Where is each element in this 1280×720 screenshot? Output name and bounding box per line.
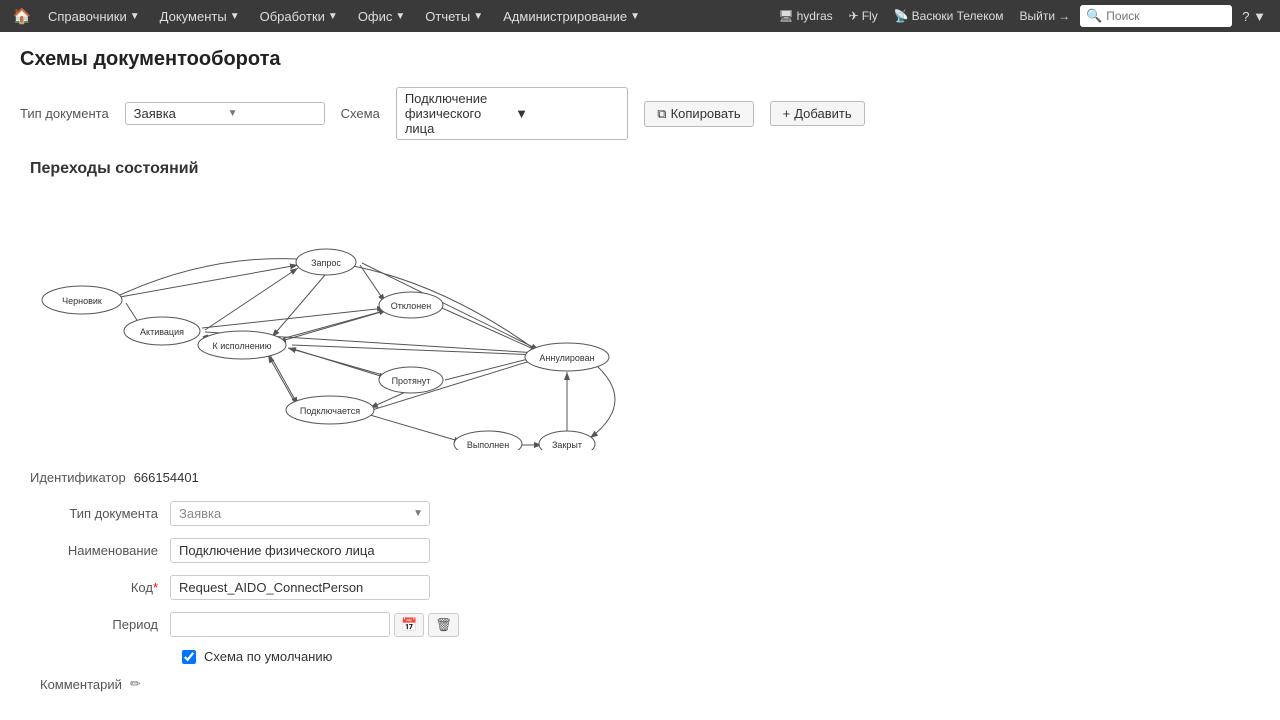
form-name-label: Наименование (30, 543, 170, 558)
form-doc-type-dropdown[interactable]: Заявка (171, 502, 413, 525)
chevron-down-icon: ▼ (328, 11, 338, 22)
svg-text:Запрос: Запрос (311, 258, 341, 268)
identifier-row: Идентификатор 666154401 (30, 470, 1260, 485)
svg-text:Протянут: Протянут (392, 376, 431, 386)
monitor-icon: 🖥 (778, 9, 793, 23)
period-row: Период 📅 🗑 (30, 612, 1260, 637)
calendar-button[interactable]: 📅 (394, 613, 424, 637)
form-code-input[interactable] (170, 575, 430, 600)
default-schema-checkbox[interactable] (182, 650, 196, 664)
state-diagram: Черновик Активация Запрос Отклонен К исп… (30, 190, 650, 450)
user-group: 🖥 hydras ✈ Fly 📡 Васюки Телеком Выйти → (772, 9, 1076, 23)
doc-type-row: Тип документа Заявка ▼ (30, 501, 1260, 526)
chevron-down-icon: ▼ (228, 108, 316, 119)
svg-text:Подключается: Подключается (300, 406, 360, 416)
form-period-label: Период (30, 617, 170, 632)
nav-dokumenty[interactable]: Документы ▼ (152, 0, 248, 32)
nav-obrabotki[interactable]: Обработки ▼ (252, 0, 346, 32)
comment-label: Комментарий (40, 677, 122, 692)
chevron-down-icon: ▼ (630, 11, 640, 22)
transitions-title: Переходы состояний (30, 160, 1260, 178)
logout-button[interactable]: Выйти → (1014, 9, 1077, 23)
chevron-down-icon: ▼ (230, 11, 240, 22)
chevron-down-icon: ▼ (473, 11, 483, 22)
nav-administrirovanie[interactable]: Администрирование ▼ (495, 0, 648, 32)
svg-text:Черновик: Черновик (62, 296, 102, 306)
edit-icon[interactable]: ✏ (130, 676, 141, 692)
default-schema-row: Схема по умолчанию (182, 649, 1260, 664)
page-title: Схемы документооборота (20, 48, 1260, 71)
default-schema-label: Схема по умолчанию (204, 649, 332, 664)
copy-icon: ⧉ (657, 106, 666, 122)
comment-row: Комментарий ✏ (40, 676, 1260, 692)
form-doc-type-label: Тип документа (30, 506, 170, 521)
home-button[interactable]: 🏠 (8, 2, 36, 30)
svg-text:Активация: Активация (140, 327, 184, 337)
svg-text:Выполнен: Выполнен (467, 440, 509, 450)
chevron-down-icon: ▼ (130, 11, 140, 22)
doc-type-label: Тип документа (20, 106, 109, 121)
form-code-label: Код (30, 580, 170, 595)
form-period-input[interactable] (170, 612, 390, 637)
form-doc-type-select[interactable]: Заявка ▼ (170, 501, 430, 526)
schema-label: Схема (341, 106, 380, 121)
fly-user[interactable]: ✈ Fly (843, 9, 884, 23)
schema-select[interactable]: Подключение физического лица ▼ (396, 87, 628, 140)
doc-type-select[interactable]: Заявка ▼ (125, 102, 325, 125)
plus-icon: + (783, 106, 791, 121)
navbar: 🏠 Справочники ▼ Документы ▼ Обработки ▼ … (0, 0, 1280, 32)
name-row: Наименование (30, 538, 1260, 563)
plane-icon: ✈ (849, 9, 859, 23)
chevron-down-icon: ▼ (395, 11, 405, 22)
copy-button[interactable]: ⧉ Копировать (644, 101, 753, 127)
search-input[interactable] (1106, 9, 1226, 23)
nav-spravochniki[interactable]: Справочники ▼ (40, 0, 148, 32)
hydras-user[interactable]: 🖥 hydras (772, 9, 838, 23)
clear-date-button[interactable]: 🗑 (428, 613, 459, 637)
svg-text:Закрыт: Закрыт (552, 440, 582, 450)
chevron-down-icon: ▼ (515, 106, 619, 121)
nav-ofis[interactable]: Офис ▼ (350, 0, 413, 32)
chevron-down-icon: ▼ (1253, 9, 1266, 24)
logout-icon: → (1058, 9, 1070, 23)
search-icon: 🔍 (1086, 8, 1102, 24)
toolbar: Тип документа Заявка ▼ Схема Подключение… (20, 87, 1260, 140)
antenna-icon: 📡 (894, 9, 909, 23)
identifier-label: Идентификатор (30, 470, 126, 485)
form-section: Тип документа Заявка ▼ Наименование Код … (30, 501, 1260, 692)
svg-text:Отклонен: Отклонен (391, 301, 431, 311)
search-box[interactable]: 🔍 (1080, 5, 1232, 27)
chevron-down-icon: ▼ (413, 508, 429, 519)
svg-text:Аннулирован: Аннулирован (539, 353, 594, 363)
identifier-value: 666154401 (134, 470, 199, 485)
code-row: Код (30, 575, 1260, 600)
add-button[interactable]: + Добавить (770, 101, 865, 126)
form-name-input[interactable] (170, 538, 430, 563)
help-button[interactable]: ? ▼ (1236, 9, 1272, 24)
svg-text:К исполнению: К исполнению (213, 341, 272, 351)
nav-otchety[interactable]: Отчеты ▼ (417, 0, 491, 32)
telecom-user[interactable]: 📡 Васюки Телеком (888, 9, 1010, 23)
period-date-wrap: 📅 🗑 (170, 612, 459, 637)
